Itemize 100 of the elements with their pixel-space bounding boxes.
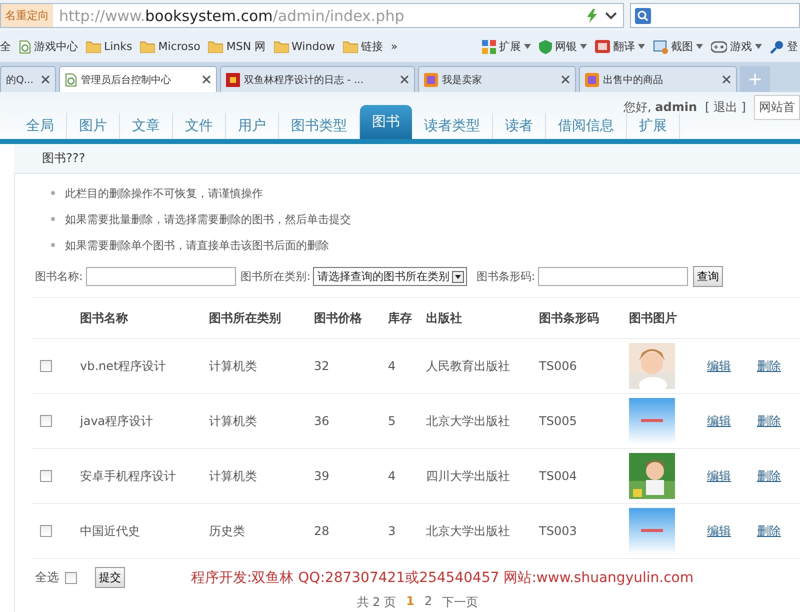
logout-link[interactable]: [ 退出 ] [705,98,746,116]
table-cell: java程序设计 [80,412,154,430]
page-link[interactable]: 2 [424,594,432,611]
table-cell: 北京大学出版社 [426,412,510,430]
edit-link[interactable]: 编辑 [707,468,731,484]
row-checkbox[interactable] [40,525,52,537]
delete-link[interactable]: 删除 [757,412,781,430]
barcode-field[interactable] [538,267,688,286]
toolbar-button[interactable]: 网银 [539,39,587,54]
table-cell: 4 [388,359,396,373]
column-header: 图书名称 [80,310,128,326]
delete-link[interactable]: 删除 [757,468,781,484]
row-checkbox[interactable] [40,415,52,427]
submit-button[interactable]: 提交 [95,567,125,588]
table-cell: 计算机类 [209,412,257,430]
page-icon [65,72,77,86]
table-cell: 3 [388,524,396,538]
field-label: 图书名称: [35,269,83,284]
table-cell: 39 [314,469,330,483]
table-cell: 四川大学出版社 [426,468,510,484]
bookmark-item[interactable]: Microso [140,40,200,53]
query-button[interactable]: 查询 [693,266,724,287]
nav-tab[interactable]: 借阅信息 [546,113,627,139]
nav-tab[interactable]: 图片 [67,113,120,139]
field-label: 图书条形码: [476,269,536,284]
close-icon[interactable] [400,75,409,84]
search-field[interactable] [630,3,800,28]
row-checkbox[interactable] [40,360,52,372]
folder-icon [140,40,156,52]
bullet-icon [51,191,55,195]
nav-tab[interactable]: 文章 [120,113,173,139]
nav-tab[interactable]: 读者 [493,113,546,139]
nav-tab[interactable]: 全局 [14,113,67,139]
toolbar-button[interactable]: 登 [770,39,798,54]
bookmark-item[interactable]: 游戏中心 [19,39,78,54]
column-header: 出版社 [426,310,462,326]
toolbar-button[interactable]: 游戏 [711,39,762,54]
table-cell: 计算机类 [209,358,257,374]
tile-icon [226,72,240,86]
address-bar[interactable]: 名重定向 http://www.booksystem.com/admin/index.php [0,3,624,28]
caret-icon [524,44,531,49]
toolbar-button[interactable]: 翻译 [595,39,645,54]
bookmark-item[interactable]: MSN 网 [208,39,266,54]
browser-tab[interactable]: 出售中的商品 [579,66,737,92]
next-page-link[interactable]: 下一页 [442,594,478,611]
close-icon[interactable] [722,75,731,84]
table-cell: 5 [388,414,396,428]
redirect-label: 名重定向 [1,4,53,27]
table-cell: 人民教育出版社 [426,358,510,374]
close-icon[interactable] [202,75,211,84]
key-icon [770,40,784,54]
row-checkbox[interactable] [40,470,52,482]
column-header: 库存 [388,310,412,326]
lightning-icon[interactable] [587,8,597,22]
browser-tab[interactable]: 双鱼林程序设计的日志 - ... [220,66,415,92]
close-icon[interactable] [41,75,50,84]
table-cell: 4 [388,469,396,483]
select-all-checkbox[interactable] [65,572,77,584]
shop-icon [424,72,438,86]
table-cell: 北京大学出版社 [426,522,510,540]
browser-tab[interactable]: 我是卖家 [418,66,576,92]
note-text: 此栏目的删除操作不可恢复，请谨慎操作 [65,186,263,200]
breadcrumb: 图书??? [42,150,86,167]
delete-link[interactable]: 删除 [757,358,781,374]
browser-tab[interactable]: 的Q... [0,66,56,92]
caret-icon [580,44,587,49]
bullet-icon [51,243,55,247]
table-cell: TS005 [539,414,577,428]
close-icon[interactable] [561,75,570,84]
table-cell: TS006 [539,359,577,373]
dropdown-icon [452,270,464,282]
table-cell: 计算机类 [209,468,257,484]
more-bookmarks[interactable]: » [390,40,398,53]
bookmark-item[interactable]: 链接 [342,39,383,54]
edit-link[interactable]: 编辑 [707,358,731,374]
bookmark-item[interactable]: Links [86,40,132,53]
dropdown-icon[interactable] [605,12,617,20]
nav-tab[interactable]: 扩展 [627,113,680,139]
tab-title: 的Q... [6,74,34,86]
nav-tab[interactable]: 读者类型 [412,113,493,139]
browser-tab[interactable]: 管理员后台控制中心 [59,66,217,92]
table-cell: 安卓手机程序设计 [80,468,176,484]
edit-link[interactable]: 编辑 [707,412,731,430]
table-cell: vb.net程序设计 [80,358,166,374]
site-home-link[interactable]: 网站首 [754,94,800,120]
nav-tab[interactable]: 图书 [360,105,412,139]
bookmark-item[interactable]: 全 [0,39,11,54]
nav-tab[interactable]: 文件 [173,113,226,139]
edit-link[interactable]: 编辑 [707,522,731,540]
toolbar-button[interactable]: 截图 [653,39,703,54]
delete-link[interactable]: 删除 [757,522,781,540]
credit-text: 程序开发:双鱼林 QQ:287307421或254540457 网站:www.shuangyulin.com [191,568,694,586]
bullet-icon [51,217,55,221]
table-cell: TS003 [539,524,577,538]
note-text: 如果需要删除单个图书，请直接单击该图书后面的删除 [65,238,329,252]
toolbar-button[interactable]: 扩展 [482,39,531,54]
category-select[interactable]: 请选择查询的图书所在类别 [313,267,468,286]
name-field[interactable] [86,267,236,286]
nav-tab[interactable]: 用户 [226,113,279,139]
bookmark-item[interactable]: Window [274,40,335,53]
